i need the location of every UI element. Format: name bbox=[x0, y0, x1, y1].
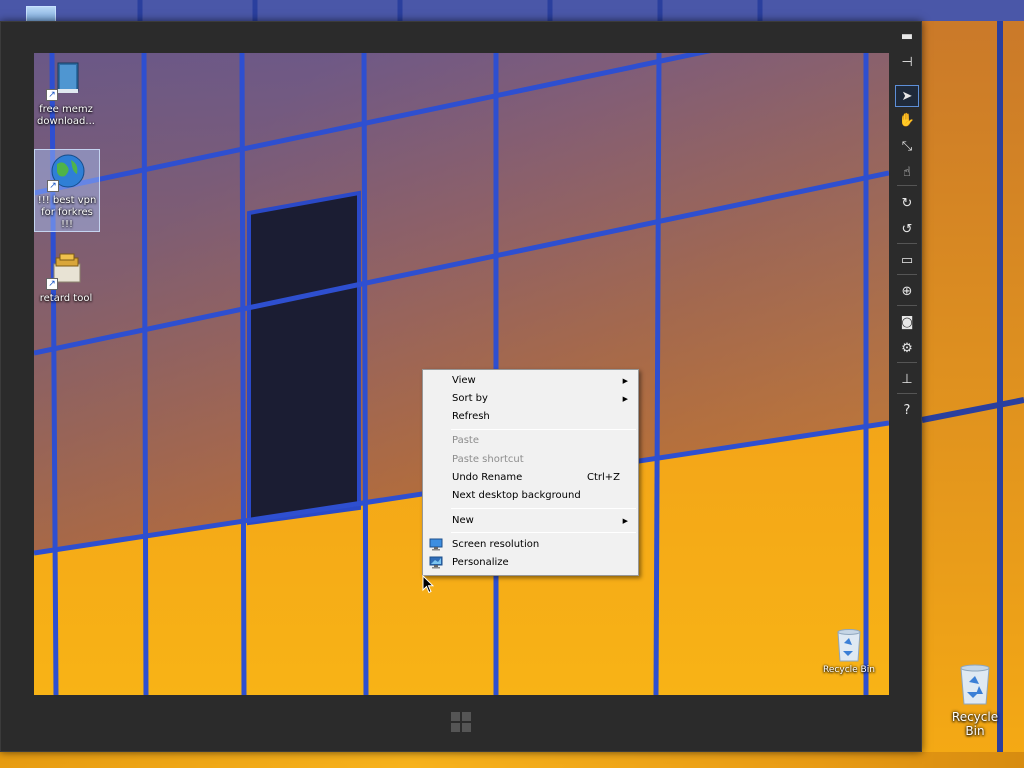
desktop-icon-label: retard tool bbox=[39, 293, 93, 304]
hand-tool-icon[interactable]: ✋ bbox=[895, 110, 919, 132]
menu-item-next-desktop-background[interactable]: Next desktop background bbox=[425, 487, 636, 505]
camera-icon[interactable]: ◙ bbox=[895, 312, 919, 334]
menu-separator bbox=[451, 508, 636, 509]
menu-item-paste: Paste bbox=[425, 432, 636, 450]
shortcut-arrow-icon: ↗ bbox=[47, 180, 59, 192]
outer-recycle-bin-label: Recycle Bin bbox=[951, 710, 999, 738]
menu-item-label: Personalize bbox=[452, 557, 509, 568]
menu-item-view[interactable]: View ▶ bbox=[425, 372, 636, 390]
desktop-icon-label: !!! best vpn bbox=[37, 195, 97, 206]
outer-wallpaper-bottom-strip bbox=[0, 752, 1024, 768]
desktop-icon-label: free memz bbox=[39, 104, 93, 115]
menu-item-new[interactable]: New ▶ bbox=[425, 512, 636, 530]
help-icon[interactable]: ? bbox=[895, 400, 919, 422]
desktop-context-menu: View ▶ Sort by ▶ Refresh Paste Paste sho… bbox=[422, 369, 639, 576]
pointer-tool-icon[interactable]: ➤ bbox=[895, 85, 919, 107]
remote-recycle-bin-label: Recycle Bin bbox=[823, 665, 875, 675]
toolbar-divider bbox=[897, 243, 917, 244]
rotate-ccw-icon[interactable]: ↺ bbox=[895, 219, 919, 241]
network-icon[interactable]: ⊥ bbox=[895, 369, 919, 391]
globe-shortcut-icon: ↗ bbox=[47, 152, 87, 192]
toolbar-divider bbox=[897, 274, 917, 275]
menu-item-label: Undo Rename bbox=[452, 472, 523, 483]
pin-icon[interactable]: ⊣ bbox=[895, 52, 919, 74]
menu-item-label: New bbox=[452, 515, 474, 526]
toolbar-divider bbox=[897, 362, 917, 363]
menu-item-label: Next desktop background bbox=[452, 490, 581, 501]
menu-separator bbox=[451, 532, 636, 533]
windows-logo-icon[interactable] bbox=[451, 712, 471, 732]
desktop-icon-label: download... bbox=[37, 116, 95, 127]
menu-item-label: Refresh bbox=[452, 411, 490, 422]
menu-item-refresh[interactable]: Refresh bbox=[425, 408, 636, 426]
menu-item-shortcut: Ctrl+Z bbox=[586, 472, 620, 483]
resize-tool-icon[interactable]: ⤡ bbox=[895, 136, 919, 158]
menu-item-label: View bbox=[452, 375, 476, 386]
toolbar-divider bbox=[897, 185, 917, 186]
book-shortcut-icon: ↗ bbox=[46, 61, 86, 101]
shortcut-arrow-icon: ↗ bbox=[46, 89, 58, 101]
menu-item-label: Screen resolution bbox=[452, 539, 540, 550]
desktop-icon-retard-tool[interactable]: ↗ retard tool bbox=[34, 248, 99, 305]
menu-item-paste-shortcut: Paste shortcut bbox=[425, 451, 636, 469]
outer-recycle-bin[interactable]: Recycle Bin bbox=[942, 662, 1008, 738]
toolbar-divider bbox=[897, 393, 917, 394]
menu-item-label: Sort by bbox=[452, 393, 488, 404]
remote-recycle-bin[interactable]: Recycle Bin bbox=[816, 627, 882, 675]
session-toolbar: ▬ ⊣ ➤ ✋ ⤡ ☝ ↻ ↺ ▭ ⊕ ◙ ⚙ ⊥ ? bbox=[894, 22, 920, 432]
menu-item-undo-rename[interactable]: Undo Rename Ctrl+Z bbox=[425, 469, 636, 487]
menu-item-label: Paste shortcut bbox=[452, 454, 524, 465]
globe-icon[interactable]: ⊕ bbox=[895, 281, 919, 303]
display-settings-icon bbox=[429, 538, 443, 551]
toolbar-divider bbox=[897, 305, 917, 306]
menu-item-label: Paste bbox=[452, 435, 479, 446]
personalize-icon bbox=[429, 556, 443, 569]
recycle-bin-icon bbox=[835, 627, 863, 663]
installer-shortcut-icon: ↗ bbox=[46, 250, 86, 290]
shortcut-arrow-icon: ↗ bbox=[46, 278, 58, 290]
recycle-bin-icon bbox=[957, 662, 993, 706]
desktop-icon-label: for forkres !!! bbox=[41, 207, 93, 230]
desktop-icon-free-memz[interactable]: ↗ free memz download... bbox=[34, 59, 99, 128]
desktop-icon-best-vpn[interactable]: ↗ !!! best vpn for forkres !!! bbox=[34, 149, 100, 232]
submenu-arrow-icon: ▶ bbox=[622, 517, 628, 525]
submenu-arrow-icon: ▶ bbox=[622, 377, 628, 385]
menu-separator bbox=[451, 429, 636, 430]
menu-item-sort-by[interactable]: Sort by ▶ bbox=[425, 390, 636, 408]
touch-tool-icon[interactable]: ☝ bbox=[895, 162, 919, 184]
mouse-cursor-icon bbox=[422, 574, 435, 594]
monitor-icon[interactable]: ▭ bbox=[895, 250, 919, 272]
rotate-cw-icon[interactable]: ↻ bbox=[895, 193, 919, 215]
submenu-arrow-icon: ▶ bbox=[622, 395, 628, 403]
menu-item-personalize[interactable]: Personalize bbox=[425, 554, 636, 572]
menu-item-screen-resolution[interactable]: Screen resolution bbox=[425, 536, 636, 554]
gear-icon[interactable]: ⚙ bbox=[895, 338, 919, 360]
minimize-icon[interactable]: ▬ bbox=[895, 26, 919, 48]
